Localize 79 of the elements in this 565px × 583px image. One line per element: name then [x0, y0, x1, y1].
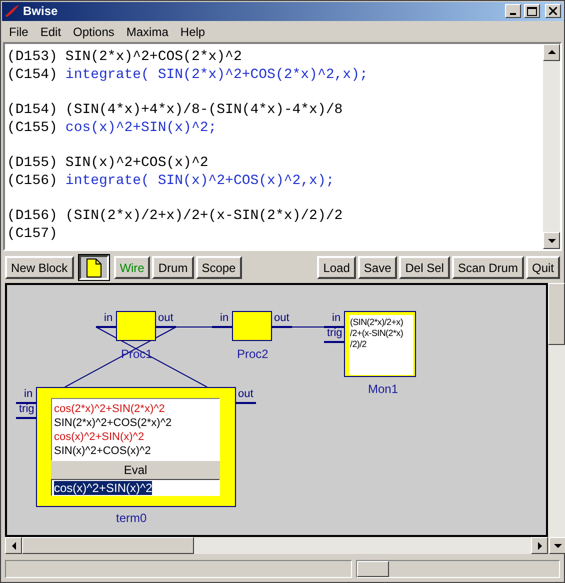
port-line: [16, 402, 36, 404]
line-label: (D155): [7, 154, 58, 172]
console-line: integrate( SIN(x)^2+COS(x)^2,x);: [65, 172, 334, 190]
console-line: integrate( SIN(2*x)^2+COS(2*x)^2,x);: [65, 66, 368, 84]
page-icon: [86, 258, 102, 278]
menu-item[interactable]: Maxima: [120, 24, 174, 39]
console-line: (SIN(4*x)+4*x)/8-(SIN(4*x)-4*x)/8: [65, 100, 343, 119]
line-label: (C157): [7, 224, 58, 243]
port-line: [16, 417, 36, 419]
console-line: SIN(2*x)^2+COS(2*x)^2: [65, 48, 242, 66]
process-block[interactable]: [116, 311, 156, 341]
block-name: Mon1: [368, 382, 398, 396]
wire[interactable]: [64, 326, 176, 388]
menu-item[interactable]: Options: [67, 24, 120, 39]
toolbar-button[interactable]: Del Sel: [399, 256, 450, 279]
scroll-down-icon[interactable]: [554, 542, 562, 550]
line-label: (D153): [7, 48, 58, 66]
port-label: trig: [19, 404, 34, 415]
toolbar-button[interactable]: Scope: [196, 256, 242, 279]
port-label: in: [220, 313, 229, 324]
port-label: in: [332, 313, 341, 324]
vertical-scrollbar[interactable]: [548, 283, 565, 537]
port-line: [236, 402, 256, 404]
port-label: out: [158, 313, 174, 324]
port-label: trig: [327, 328, 342, 339]
port-line: [212, 326, 232, 328]
console-line: cos(x)^2+SIN(x)^2;: [65, 118, 217, 137]
slider-thumb[interactable]: [357, 561, 389, 577]
eval-button[interactable]: Eval: [51, 461, 220, 479]
line-label: (C154): [7, 66, 58, 84]
console-line: (SIN(2*x)/2+x)/2+(x-SIN(2*x)/2)/2: [65, 206, 343, 225]
block-name: Proc2: [237, 347, 268, 361]
close-icon: [549, 7, 557, 16]
vertical-scrollbar[interactable]: [543, 44, 560, 249]
port-line: [324, 326, 344, 328]
port-line: [96, 326, 116, 328]
toolbar-button[interactable]: New Block: [5, 256, 74, 279]
feather-icon: [4, 4, 20, 18]
menu-item[interactable]: Help: [174, 24, 212, 39]
scroll-left-icon[interactable]: [10, 542, 18, 550]
line-label: (C156): [7, 172, 58, 190]
window-title: Bwise: [23, 4, 59, 18]
scroll-right-icon[interactable]: [536, 542, 544, 550]
history-line[interactable]: SIN(2*x)^2+COS(2*x)^2: [54, 416, 217, 430]
wire[interactable]: [96, 326, 208, 388]
port-label: out: [238, 389, 254, 400]
scroll-down-icon[interactable]: [548, 236, 556, 244]
minimize-button[interactable]: [505, 4, 521, 18]
menu-item[interactable]: Edit: [34, 24, 68, 39]
toolbar-button[interactable]: Drum: [152, 256, 194, 279]
toolbar-button[interactable]: Quit: [526, 256, 560, 279]
block-name: term0: [116, 511, 147, 525]
line-label: (D156): [7, 206, 58, 225]
toolbar-button[interactable]: Save: [358, 256, 398, 279]
new-page-button[interactable]: [78, 255, 109, 280]
history-line[interactable]: cos(x)^2+SIN(x)^2: [54, 430, 217, 444]
history-line[interactable]: SIN(x)^2+COS(x)^2: [54, 444, 217, 458]
maximize-icon: [527, 6, 537, 16]
port-line: [156, 326, 176, 328]
console-line: SIN(x)^2+COS(x)^2: [65, 154, 208, 172]
input-field[interactable]: cos(x)^2+SIN(x)^2: [51, 479, 220, 496]
toolbar-button[interactable]: Load: [317, 256, 356, 279]
maximize-button[interactable]: [524, 4, 540, 18]
process-block[interactable]: [232, 311, 272, 341]
history-line[interactable]: cos(2*x)^2+SIN(2*x)^2: [54, 402, 217, 416]
scroll-up-icon[interactable]: [548, 48, 556, 56]
line-label: (C155): [7, 118, 58, 137]
port-line: [324, 341, 344, 343]
port-line: [272, 326, 292, 328]
line-label: (D154): [7, 100, 58, 119]
horizontal-scrollbar[interactable]: [5, 537, 548, 554]
menu-item[interactable]: File: [3, 24, 34, 39]
slider-track[interactable]: [356, 560, 560, 578]
close-button[interactable]: [545, 4, 561, 18]
port-label: out: [274, 313, 290, 324]
toolbar-button[interactable]: Scan Drum: [452, 256, 524, 279]
port-label: in: [104, 313, 113, 324]
port-label: in: [24, 389, 33, 400]
terminal-block[interactable]: cos(2*x)^2+SIN(2*x)^2 SIN(2*x)^2+COS(2*x)^2 cos(x)^2+SIN(x)^2 SIN(x)^2+COS(x)^2 Eval cos(x)^2+SIN(x)^2: [36, 387, 236, 507]
